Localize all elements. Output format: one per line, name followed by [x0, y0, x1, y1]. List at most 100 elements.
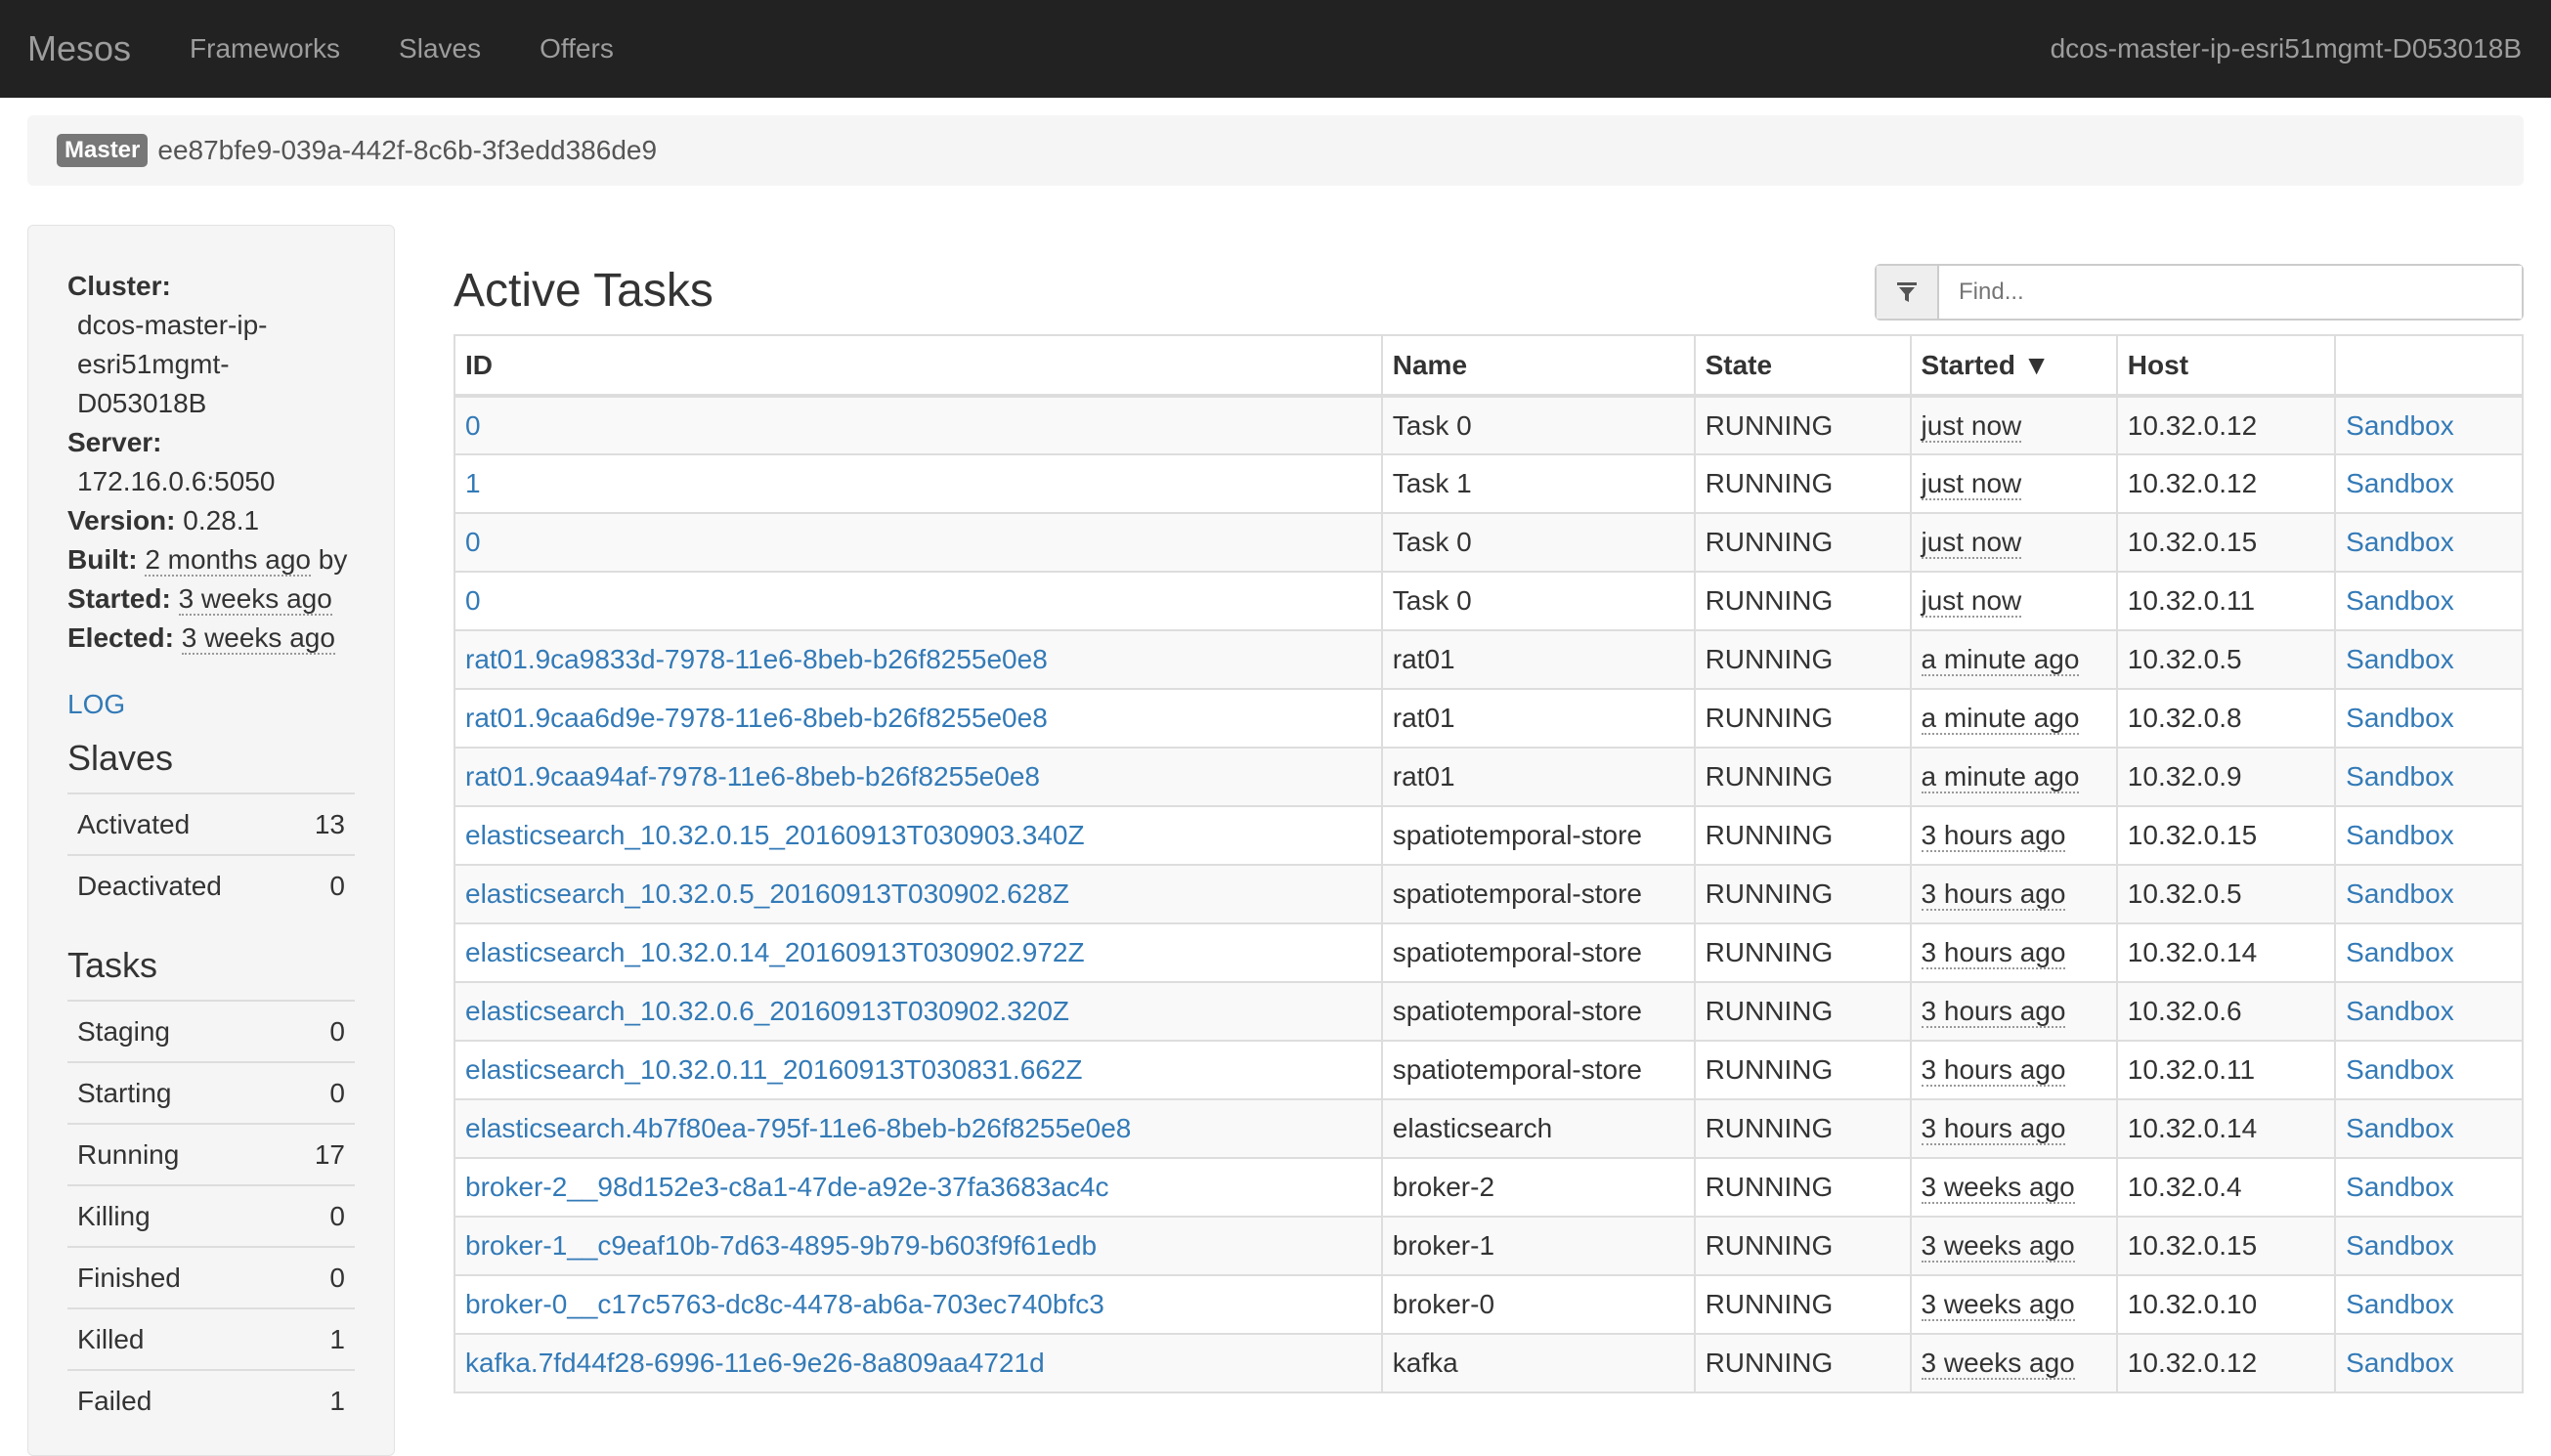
stat-value: 0 [266, 1000, 355, 1062]
table-row: elasticsearch_10.32.0.6_20160913T030902.… [454, 981, 2524, 1042]
table-cell: a minute ago [1909, 688, 2118, 749]
task-host: 10.32.0.15 [2127, 820, 2258, 850]
server-label: Server: [67, 427, 162, 457]
find-input[interactable] [1939, 266, 2522, 319]
elected-label: Elected: [67, 622, 174, 653]
cluster-value-line-2: esri51mgmt- [77, 349, 230, 379]
table-cell: 10.32.0.11 [2115, 571, 2337, 631]
task-host: 10.32.0.15 [2127, 527, 2258, 557]
sandbox-link[interactable]: Sandbox [2346, 820, 2454, 850]
task-state: RUNNING [1705, 761, 1834, 792]
stat-label: Starting [67, 1061, 267, 1124]
task-name: spatiotemporal-store [1392, 1054, 1642, 1085]
task-id-link[interactable]: broker-0__c17c5763-dc8c-4478-ab6a-703ec7… [465, 1289, 1104, 1319]
task-host: 10.32.0.6 [2127, 996, 2242, 1026]
sandbox-link[interactable]: Sandbox [2346, 1230, 2454, 1261]
sandbox-link[interactable]: Sandbox [2346, 527, 2454, 557]
task-started: a minute ago [1921, 703, 2080, 735]
column-header-id[interactable]: ID [454, 334, 1383, 398]
table-row: kafka.7fd44f28-6996-11e6-9e26-8a809aa472… [454, 1333, 2524, 1393]
task-host: 10.32.0.12 [2127, 1348, 2258, 1378]
task-id-link[interactable]: 0 [465, 410, 481, 441]
column-header-host[interactable]: Host [2115, 334, 2337, 398]
task-id-link[interactable]: rat01.9caa6d9e-7978-11e6-8beb-b26f8255e0… [465, 703, 1048, 733]
table-cell: spatiotemporal-store [1380, 864, 1696, 924]
sandbox-link[interactable]: Sandbox [2346, 996, 2454, 1026]
table-cell: Task 1 [1380, 453, 1696, 514]
table-cell: broker-2 [1380, 1157, 1696, 1218]
table-cell: Task 0 [1380, 512, 1696, 573]
table-cell: RUNNING [1693, 571, 1912, 631]
started-value: 3 weeks ago [178, 583, 332, 616]
task-id-link[interactable]: rat01.9ca9833d-7978-11e6-8beb-b26f8255e0… [465, 644, 1048, 674]
column-header-state[interactable]: State [1693, 334, 1912, 398]
task-name: spatiotemporal-store [1392, 937, 1642, 967]
task-rows: 0 Task 0 RUNNING just now 10.32.0.12 Sandbox 1… [454, 395, 2524, 1393]
table-cell: 3 weeks ago [1909, 1157, 2118, 1218]
task-id-link[interactable]: broker-1__c9eaf10b-7d63-4895-9b79-b603f9… [465, 1230, 1097, 1261]
sandbox-link[interactable]: Sandbox [2346, 878, 2454, 909]
sandbox-link[interactable]: Sandbox [2346, 1054, 2454, 1085]
task-id-link[interactable]: 0 [465, 585, 481, 616]
task-id-link[interactable]: 0 [465, 527, 481, 557]
task-id-link[interactable]: elasticsearch_10.32.0.5_20160913T030902.… [465, 878, 1069, 909]
task-id-link[interactable]: elasticsearch_10.32.0.15_20160913T030903… [465, 820, 1085, 850]
sandbox-link[interactable]: Sandbox [2346, 1113, 2454, 1143]
brand-logo[interactable]: Mesos [27, 28, 131, 69]
task-id-link[interactable]: kafka.7fd44f28-6996-11e6-9e26-8a809aa472… [465, 1348, 1045, 1378]
task-name: broker-0 [1392, 1289, 1495, 1319]
task-host: 10.32.0.14 [2127, 937, 2258, 967]
task-id-link[interactable]: elasticsearch.4b7f80ea-795f-11e6-8beb-b2… [465, 1113, 1131, 1143]
sandbox-link[interactable]: Sandbox [2346, 410, 2454, 441]
nav-offers[interactable]: Offers [540, 33, 614, 64]
stat-value: 0 [266, 1184, 355, 1247]
nav-frameworks[interactable]: Frameworks [190, 33, 340, 64]
table-cell: spatiotemporal-store [1380, 922, 1696, 983]
master-hostname: dcos-master-ip-esri51mgmt-D053018B [2050, 33, 2522, 64]
stat-value: 1 [266, 1307, 355, 1370]
task-host: 10.32.0.9 [2127, 761, 2242, 792]
sandbox-link[interactable]: Sandbox [2346, 1172, 2454, 1202]
table-cell: 10.32.0.6 [2115, 981, 2337, 1042]
filter-icon[interactable] [1877, 266, 1939, 319]
table-cell: Sandbox [2334, 688, 2524, 749]
sandbox-link[interactable]: Sandbox [2346, 468, 2454, 498]
nav-slaves[interactable]: Slaves [399, 33, 481, 64]
table-cell: 1 [454, 453, 1383, 514]
task-id-link[interactable]: elasticsearch_10.32.0.11_20160913T030831… [465, 1054, 1083, 1085]
task-started: 3 hours ago [1921, 996, 2066, 1028]
table-cell: 3 hours ago [1909, 805, 2118, 866]
column-header-name[interactable]: Name [1380, 334, 1696, 398]
sandbox-link[interactable]: Sandbox [2346, 644, 2454, 674]
task-id-link[interactable]: elasticsearch_10.32.0.14_20160913T030902… [465, 937, 1085, 967]
task-state: RUNNING [1705, 820, 1834, 850]
table-cell: 10.32.0.15 [2115, 805, 2337, 866]
table-cell: broker-2__98d152e3-c8a1-47de-a92e-37fa36… [454, 1157, 1383, 1218]
table-cell: 3 weeks ago [1909, 1274, 2118, 1335]
task-name: rat01 [1392, 703, 1455, 733]
table-cell: 3 hours ago [1909, 1040, 2118, 1100]
task-id-link[interactable]: rat01.9caa94af-7978-11e6-8beb-b26f8255e0… [465, 761, 1040, 792]
table-cell: elasticsearch_10.32.0.5_20160913T030902.… [454, 864, 1383, 924]
table-cell: 3 hours ago [1909, 1098, 2118, 1159]
sandbox-link[interactable]: Sandbox [2346, 761, 2454, 792]
task-name: broker-1 [1392, 1230, 1495, 1261]
task-id-link[interactable]: elasticsearch_10.32.0.6_20160913T030902.… [465, 996, 1069, 1026]
task-started: just now [1921, 468, 2022, 500]
built-suffix: by [318, 544, 348, 575]
table-cell: Sandbox [2334, 864, 2524, 924]
task-name: Task 0 [1392, 585, 1472, 616]
log-link[interactable]: LOG [67, 689, 355, 720]
active-tasks-table: ID Name State Started ▼ Host 0 Task 0 RUNN… [454, 334, 2524, 1393]
sandbox-link[interactable]: Sandbox [2346, 937, 2454, 967]
task-state: RUNNING [1705, 996, 1834, 1026]
table-cell: just now [1909, 512, 2118, 573]
sandbox-link[interactable]: Sandbox [2346, 585, 2454, 616]
table-row: elasticsearch_10.32.0.11_20160913T030831… [454, 1040, 2524, 1100]
column-header-started[interactable]: Started ▼ [1909, 334, 2118, 398]
sandbox-link[interactable]: Sandbox [2346, 1348, 2454, 1378]
sandbox-link[interactable]: Sandbox [2346, 1289, 2454, 1319]
task-id-link[interactable]: 1 [465, 468, 481, 498]
task-id-link[interactable]: broker-2__98d152e3-c8a1-47de-a92e-37fa36… [465, 1172, 1109, 1202]
sandbox-link[interactable]: Sandbox [2346, 703, 2454, 733]
